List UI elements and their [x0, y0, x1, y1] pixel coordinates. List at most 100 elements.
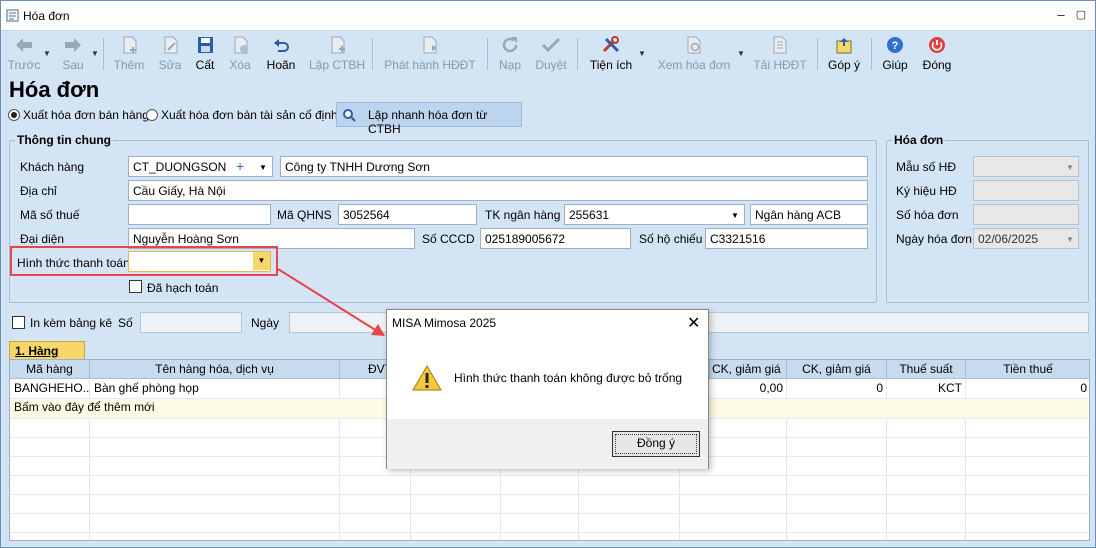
toolbar-add-button[interactable]: Thêm [109, 32, 149, 74]
col-header-code[interactable]: Mã hàng [10, 360, 90, 379]
search-icon [343, 109, 356, 122]
radio-sales-label: Xuất hóa đơn bán hàng [23, 108, 149, 122]
posted-label: Đã hạch toán [147, 281, 219, 295]
toolbar-create-ctbh-button[interactable]: Lập CTBH [307, 32, 367, 74]
dialog-close-icon[interactable]: ✕ [687, 313, 700, 333]
customer-name-field[interactable]: Công ty TNHH Dương Sơn [280, 156, 868, 177]
attach-list-label: In kèm bảng kê [30, 316, 113, 330]
toolbar-publish-button[interactable]: Phát hành HĐĐT [381, 32, 479, 74]
cccd-label: Số CCCD [422, 232, 475, 246]
toolbar-feedback-button[interactable]: Góp ý [823, 32, 865, 74]
invoice-date-picker[interactable]: 02/06/2025 ▼ [973, 228, 1079, 249]
bank-name-field[interactable]: Ngân hàng ACB [750, 204, 868, 225]
toolbar-edit-button[interactable]: Sửa [151, 32, 189, 74]
toolbar-undo-button[interactable]: Hoãn [261, 32, 301, 74]
col-header-discount-amt[interactable]: CK, giảm giá [787, 360, 887, 379]
delete-document-icon [234, 36, 248, 54]
col-header-name[interactable]: Tên hàng hóa, dịch vụ [90, 360, 340, 379]
row-code[interactable]: BANGHEHO... [10, 379, 90, 398]
row-discount-amt[interactable]: 0 [787, 379, 887, 398]
radio-selected-icon [8, 108, 20, 121]
col-header-discount-pct[interactable]: CK, giảm giá [710, 360, 787, 379]
radio-sales-invoice[interactable] [8, 107, 20, 121]
row-tax-rate[interactable]: KCT [887, 379, 966, 398]
toolbar-next-button[interactable]: Sau [55, 32, 91, 74]
quick-create-button[interactable]: Lập nhanh hóa đơn từ CTBH [336, 102, 522, 136]
bank-account-label: TK ngân hàng [485, 208, 561, 222]
bank-account-value: 255631 [569, 208, 610, 222]
main-window: Hóa đơn – ▢ Trước ▼ Sau ▼ Thêm Sửa Cất X… [0, 0, 1096, 548]
chevron-down-icon[interactable]: ▼ [43, 49, 51, 58]
col-header-tax-amount[interactable]: Tiền thuế [966, 360, 1089, 379]
col-header-tax-rate[interactable]: Thuế suất [887, 360, 966, 379]
invoice-number-label: Số hóa đơn [896, 208, 959, 222]
page-title: Hóa đơn [9, 77, 100, 102]
approve-check-icon [541, 37, 561, 53]
chevron-down-icon[interactable]: ▼ [1066, 235, 1074, 244]
toolbar-close-button[interactable]: Đóng [917, 32, 957, 74]
radio-assets-label: Xuất hóa đơn bán tài sản cố định [161, 108, 338, 122]
highlight-box [10, 246, 278, 276]
radio-asset-invoice[interactable] [146, 107, 158, 121]
customer-code-combo[interactable]: CT_DUONGSON + ▼ [128, 156, 273, 177]
posted-checkbox[interactable] [129, 280, 142, 293]
qhns-field[interactable]: 3052564 [338, 204, 477, 225]
dialog-message: Hình thức thanh toán không được bỏ trống [454, 371, 683, 385]
address-field[interactable]: Cầu Giấy, Hà Nội [128, 180, 868, 201]
chevron-down-icon[interactable]: ▼ [259, 163, 267, 172]
invoice-form-combo[interactable]: ▼ [973, 156, 1079, 177]
dialog-footer: Đồng ý [387, 419, 708, 469]
undo-icon [274, 39, 289, 52]
svg-text:?: ? [892, 40, 899, 52]
invoice-symbol-field[interactable] [973, 180, 1079, 201]
refresh-icon [502, 37, 518, 53]
toolbar-download-button[interactable]: Tải HĐĐT [751, 32, 809, 74]
row-name[interactable]: Bàn ghế phòng họp [90, 379, 340, 398]
row-discount-pct[interactable]: 0,00 [710, 379, 787, 398]
passport-field[interactable]: C3321516 [705, 228, 868, 249]
chevron-down-icon[interactable]: ▼ [91, 49, 99, 58]
chevron-down-icon[interactable]: ▼ [638, 49, 646, 58]
attach-number-field[interactable] [140, 312, 242, 333]
customer-label: Khách hàng [20, 160, 85, 174]
tax-code-field[interactable] [128, 204, 271, 225]
toolbar-reload-button[interactable]: Nạp [493, 32, 527, 74]
publish-invoice-icon [423, 36, 437, 54]
row-tax-amount[interactable]: 0 [966, 379, 1089, 398]
warning-icon [412, 365, 442, 391]
invoice-date-value: 02/06/2025 [978, 232, 1039, 246]
toolbar-utilities-button[interactable]: Tiện ích [585, 32, 637, 74]
plus-icon[interactable]: + [236, 158, 244, 174]
chevron-down-icon[interactable]: ▼ [1066, 163, 1074, 172]
passport-label: Số hộ chiếu [639, 232, 703, 246]
attach-list-checkbox[interactable] [12, 316, 25, 329]
tax-code-label: Mã số thuế [20, 208, 80, 222]
radio-empty-icon [146, 108, 158, 121]
toolbar-view-invoice-button[interactable]: Xem hóa đơn [653, 32, 735, 74]
invoice-number-field[interactable] [973, 204, 1079, 225]
toolbar-help-button[interactable]: ? Giúp [877, 32, 913, 74]
attach-date-picker[interactable] [289, 312, 387, 333]
cccd-field[interactable]: 025189005672 [480, 228, 631, 249]
app-icon [6, 9, 19, 22]
chevron-down-icon[interactable]: ▼ [737, 49, 745, 58]
bank-account-combo[interactable]: 255631 ▼ [564, 204, 745, 225]
arrow-right-icon [65, 38, 81, 52]
close-power-icon [929, 37, 945, 53]
toolbar-approve-button[interactable]: Duyệt [531, 32, 571, 74]
tools-icon [602, 36, 620, 53]
message-dialog: MISA Mimosa 2025 ✕ Hình thức thanh toán … [386, 309, 709, 469]
toolbar-prev-button[interactable]: Trước [5, 32, 43, 74]
maximize-button[interactable]: ▢ [1073, 7, 1089, 23]
tab-goods-money[interactable]: 1. Hàng tiền [9, 341, 85, 372]
add-row-label: Bấm vào đây để thêm mới [14, 400, 155, 414]
minimize-button[interactable]: – [1053, 7, 1069, 23]
ok-button[interactable]: Đồng ý [612, 431, 700, 457]
arrow-left-icon [16, 38, 32, 52]
chevron-down-icon[interactable]: ▼ [731, 211, 739, 220]
attach-date-label: Ngày [251, 316, 280, 330]
toolbar-save-button[interactable]: Cất [189, 32, 221, 74]
toolbar-delete-button[interactable]: Xóa [223, 32, 257, 74]
attach-note-field[interactable] [707, 312, 1089, 333]
qhns-label: Mã QHNS [277, 208, 332, 222]
